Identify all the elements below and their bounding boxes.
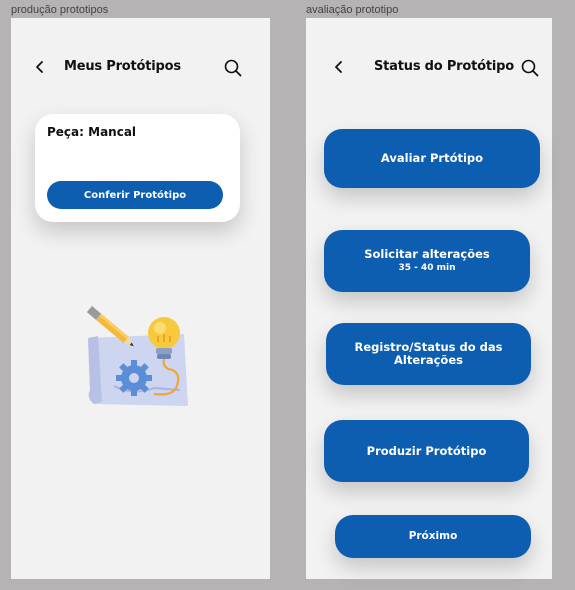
check-prototype-button[interactable]: Conferir Protótipo — [47, 181, 223, 209]
next-button[interactable]: Próximo — [335, 515, 531, 558]
blueprint-illustration — [84, 298, 190, 408]
next-label: Próximo — [408, 530, 458, 542]
search-icon[interactable] — [223, 58, 243, 78]
frame-label-evaluation: avaliação prototipo — [306, 4, 399, 16]
topbar: Status do Protótipo — [306, 58, 552, 78]
evaluate-prototype-button[interactable]: Avaliar Prtótipo — [324, 129, 540, 188]
prototype-card: Peça: Mancal Conferir Protótipo — [35, 114, 240, 222]
produce-prototype-button[interactable]: Produzir Protótipo — [324, 420, 529, 482]
back-arrow-icon[interactable] — [35, 58, 45, 81]
page-title: Meus Protótipos — [64, 59, 181, 74]
request-changes-label: Solicitar alterações — [364, 246, 490, 261]
produce-prototype-label: Produzir Protótipo — [366, 443, 487, 458]
frame-label-production: produção prototipos — [11, 4, 109, 16]
production-frame: Meus Protótipos Peça: Mancal Conferir Pr… — [11, 18, 270, 579]
page-title: Status do Protótipo — [374, 59, 514, 74]
evaluate-prototype-label: Avaliar Prtótipo — [380, 151, 484, 165]
card-title: Peça: Mancal — [47, 125, 137, 139]
request-changes-time: 35 - 40 min — [398, 262, 456, 273]
request-changes-button[interactable]: Solicitar alterações 35 - 40 min — [324, 230, 530, 292]
topbar: Meus Protótipos — [11, 58, 270, 78]
change-registry-label: Registro/Status do das Alterações — [354, 340, 503, 367]
search-icon[interactable] — [520, 58, 540, 78]
evaluation-frame: Status do Protótipo Avaliar Prtótipo Sol… — [306, 18, 552, 579]
change-registry-button[interactable]: Registro/Status do das Alterações — [326, 323, 531, 385]
back-arrow-icon[interactable] — [334, 58, 344, 81]
